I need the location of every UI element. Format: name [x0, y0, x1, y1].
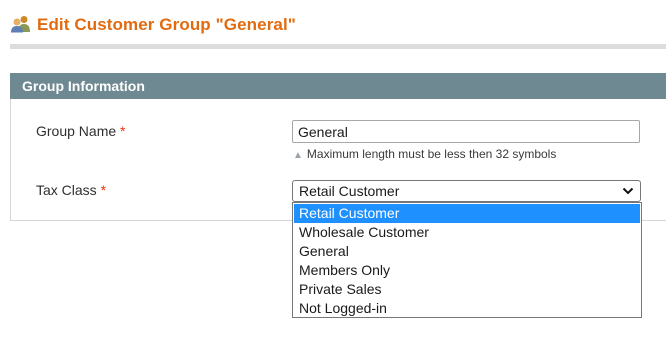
group-name-input[interactable] — [292, 120, 640, 143]
required-mark: * — [120, 123, 126, 139]
group-name-label: Group Name * — [36, 123, 126, 139]
group-name-label-text: Group Name — [36, 123, 117, 139]
chevron-down-icon — [622, 187, 634, 195]
tax-class-option[interactable]: Not Logged-in — [294, 299, 640, 318]
section-header: Group Information — [10, 73, 666, 99]
note-arrow-icon: ▲ — [293, 150, 303, 161]
group-name-note: ▲ Maximum length must be less then 32 sym… — [293, 147, 556, 161]
required-mark: * — [100, 182, 107, 198]
header-divider — [10, 44, 666, 49]
page-header: Edit Customer Group "General" — [0, 0, 666, 46]
tax-class-option[interactable]: Members Only — [294, 261, 640, 280]
tax-class-select[interactable]: Retail Customer — [292, 180, 641, 202]
page-title: Edit Customer Group "General" — [37, 15, 296, 34]
tax-class-label-text: Tax Class — [36, 182, 97, 198]
tax-class-label: Tax Class * — [36, 182, 106, 198]
tax-class-selected-value: Retail Customer — [299, 183, 400, 199]
tax-class-option[interactable]: Private Sales — [294, 280, 640, 299]
group-name-note-text: Maximum length must be less then 32 symb… — [306, 147, 557, 161]
section-title: Group Information — [22, 78, 145, 94]
tax-class-dropdown: Retail Customer Wholesale Customer Gener… — [292, 202, 642, 318]
customer-group-icon — [11, 16, 30, 33]
tax-class-option[interactable]: Retail Customer — [294, 204, 640, 223]
tax-class-option[interactable]: Wholesale Customer — [294, 223, 640, 242]
tax-class-option[interactable]: General — [294, 242, 640, 261]
